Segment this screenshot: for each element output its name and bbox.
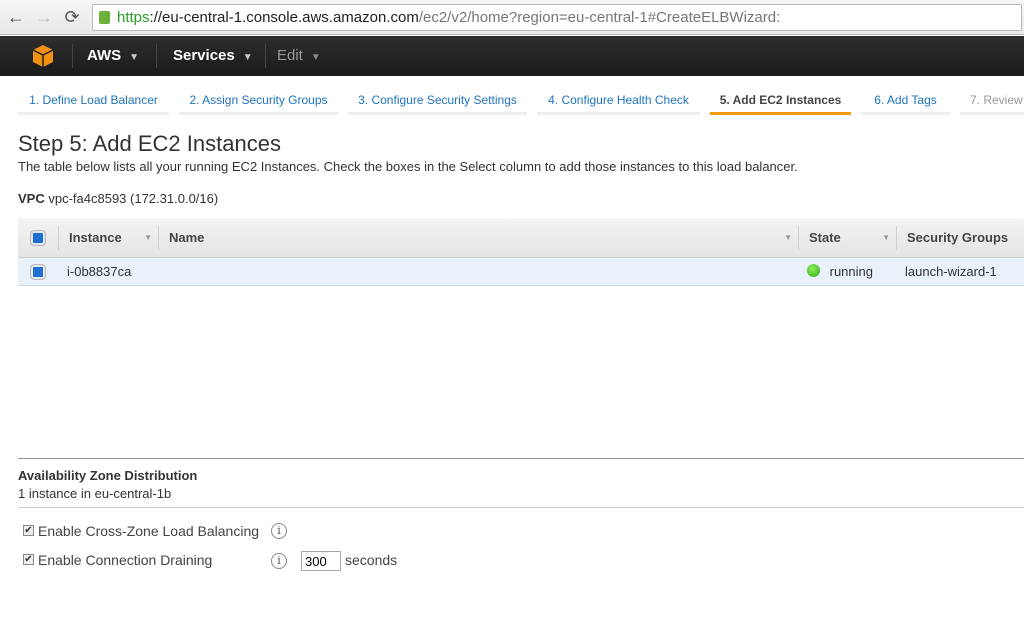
tab-configure-security-settings[interactable]: 3. Configure Security Settings bbox=[348, 88, 527, 115]
vpc-label: VPC bbox=[18, 191, 45, 206]
edit-label: Edit bbox=[277, 47, 303, 64]
info-icon[interactable]: i bbox=[271, 553, 287, 569]
az-title: Availability Zone Distribution bbox=[18, 468, 198, 483]
url-path: /ec2/v2/home?region=eu-central-1#CreateE… bbox=[418, 9, 781, 26]
services-menu[interactable]: Services ▼ bbox=[173, 36, 253, 76]
running-status-icon bbox=[807, 264, 820, 277]
connection-draining-checkbox[interactable]: ✔ bbox=[23, 554, 34, 565]
table-row[interactable]: i-0b8837ca running launch-wizard-1 bbox=[18, 258, 1024, 286]
instance-id: i-0b8837ca bbox=[67, 264, 132, 279]
back-icon[interactable]: ← bbox=[6, 6, 26, 28]
aws-menu[interactable]: AWS ▼ bbox=[87, 36, 139, 76]
page-title: Step 5: Add EC2 Instances bbox=[18, 131, 281, 156]
column-header-name[interactable]: Name ▼ bbox=[158, 226, 798, 250]
chevron-down-icon: ▼ bbox=[129, 52, 140, 63]
tab-review[interactable]: 7. Review bbox=[960, 88, 1024, 115]
header-label: Instance bbox=[69, 230, 122, 245]
column-header-security-groups[interactable]: Security Groups bbox=[896, 226, 1024, 250]
forward-icon[interactable]: → bbox=[34, 6, 54, 28]
header-label: Name bbox=[169, 230, 205, 245]
chevron-down-icon: ▼ bbox=[242, 52, 253, 63]
column-header-instance[interactable]: Instance ▼ bbox=[58, 226, 158, 250]
chevron-down-icon: ▼ bbox=[310, 52, 321, 63]
aws-cube-logo-icon[interactable] bbox=[32, 44, 54, 68]
services-label: Services bbox=[173, 47, 235, 64]
tab-define-load-balancer[interactable]: 1. Define Load Balancer bbox=[18, 88, 169, 115]
connection-draining-label: Enable Connection Draining bbox=[38, 552, 213, 568]
az-text: 1 instance in eu-central-1b bbox=[18, 486, 172, 501]
cross-zone-checkbox[interactable]: ✔ bbox=[23, 525, 34, 536]
row-select-checkbox[interactable] bbox=[31, 265, 45, 279]
vpc-value: vpc-fa4c8593 (172.31.0.0/16) bbox=[48, 191, 219, 206]
url-scheme: https bbox=[117, 9, 150, 26]
divider bbox=[18, 507, 1024, 508]
aws-top-nav: AWS ▼ Services ▼ Edit ▼ bbox=[0, 36, 1024, 76]
header-label: Security Groups bbox=[907, 230, 1009, 245]
tab-add-tags[interactable]: 6. Add Tags bbox=[861, 88, 950, 115]
select-all-checkbox[interactable] bbox=[31, 231, 45, 245]
address-bar[interactable]: https://eu-central-1.console.aws.amazon.… bbox=[92, 4, 1022, 31]
cross-zone-label: Enable Cross-Zone Load Balancing bbox=[38, 523, 260, 539]
divider bbox=[18, 458, 1024, 459]
edit-menu[interactable]: Edit ▼ bbox=[277, 36, 321, 76]
page-description: The table below lists all your running E… bbox=[18, 159, 798, 174]
sort-icon[interactable]: ▼ bbox=[882, 226, 890, 250]
reload-icon[interactable]: ⟳ bbox=[62, 6, 82, 28]
browser-toolbar: ← → ⟳ https://eu-central-1.console.aws.a… bbox=[0, 0, 1024, 35]
table-header: Instance ▼ Name ▼ State ▼ Security Groups bbox=[18, 218, 1024, 258]
seconds-label: seconds bbox=[345, 552, 398, 568]
state-label: running bbox=[829, 264, 873, 279]
vpc-info: VPC vpc-fa4c8593 (172.31.0.0/16) bbox=[18, 191, 218, 206]
sort-icon[interactable]: ▼ bbox=[144, 226, 152, 250]
aws-label: AWS bbox=[87, 47, 122, 64]
instance-state: running bbox=[807, 258, 873, 285]
lock-icon bbox=[99, 11, 110, 24]
draining-timeout-input[interactable] bbox=[301, 551, 341, 571]
sort-icon[interactable]: ▼ bbox=[784, 226, 792, 250]
url-host: ://eu-central-1.console.aws.amazon.com bbox=[149, 9, 419, 26]
tab-add-ec2-instances[interactable]: 5. Add EC2 Instances bbox=[710, 88, 851, 115]
tab-configure-health-check[interactable]: 4. Configure Health Check bbox=[537, 88, 700, 115]
tab-assign-security-groups[interactable]: 2. Assign Security Groups bbox=[179, 88, 338, 115]
header-label: State bbox=[809, 230, 841, 245]
info-icon[interactable]: i bbox=[271, 523, 287, 539]
security-group: launch-wizard-1 bbox=[905, 264, 997, 279]
column-header-state[interactable]: State ▼ bbox=[798, 226, 896, 250]
